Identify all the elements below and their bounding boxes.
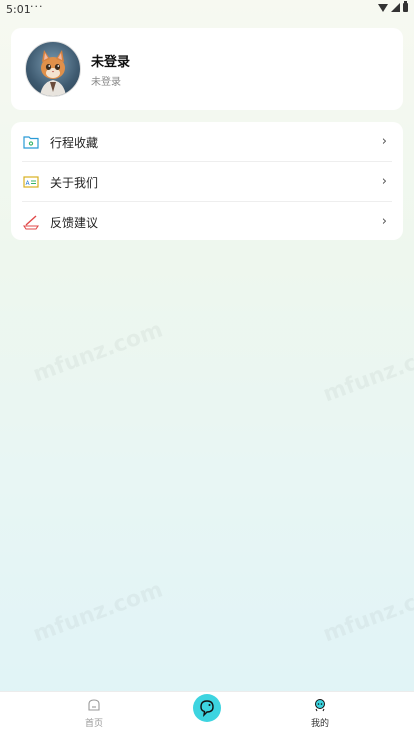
status-bar: 5:01 ···: [0, 0, 414, 18]
menu-card: 行程收藏 › A 关于我们 › 反馈建议 ›: [11, 122, 403, 240]
tab-mine[interactable]: 我的: [290, 698, 350, 729]
signal-icon: [391, 3, 400, 12]
status-time: 5:01: [6, 3, 31, 16]
home-icon: [88, 699, 100, 711]
watermark: mfunz.com: [30, 577, 166, 647]
watermark: mfunz.com: [320, 577, 414, 647]
tab-label: 首页: [84, 719, 103, 729]
chevron-right-icon: ›: [381, 134, 387, 149]
profile-subtitle: 未登录: [91, 77, 121, 88]
profile-card[interactable]: 未登录 未登录: [11, 28, 403, 110]
tab-label: 我的: [310, 719, 329, 729]
menu-label: 反馈建议: [50, 216, 99, 230]
menu-item-about[interactable]: A 关于我们 ›: [11, 162, 403, 201]
profile-name[interactable]: 未登录: [91, 51, 130, 70]
menu-item-feedback[interactable]: 反馈建议 ›: [11, 202, 403, 241]
menu-label: 关于我们: [50, 176, 99, 190]
status-dots: ···: [30, 0, 44, 13]
menu-label: 行程收藏: [50, 136, 99, 150]
tab-home[interactable]: 首页: [64, 698, 124, 729]
watermark: mfunz.com: [320, 337, 414, 407]
pen-icon: [23, 215, 39, 230]
avatar[interactable]: [25, 41, 81, 97]
watermark: mfunz.com: [30, 317, 166, 387]
cat-avatar-icon: [40, 50, 66, 96]
folder-icon: [23, 136, 39, 149]
menu-item-favorites[interactable]: 行程收藏 ›: [11, 122, 403, 161]
svg-text:A: A: [26, 180, 31, 187]
chevron-right-icon: ›: [381, 174, 387, 189]
profile-icon: [315, 699, 325, 712]
chevron-right-icon: ›: [381, 214, 387, 229]
battery-icon: [403, 1, 408, 12]
chat-center-button[interactable]: [193, 694, 221, 722]
wifi-icon: [378, 3, 388, 12]
id-card-icon: A: [23, 176, 39, 188]
tab-bar: 首页 我的: [0, 691, 414, 736]
chat-bubble-icon: [200, 700, 214, 717]
status-icons: [378, 1, 408, 12]
